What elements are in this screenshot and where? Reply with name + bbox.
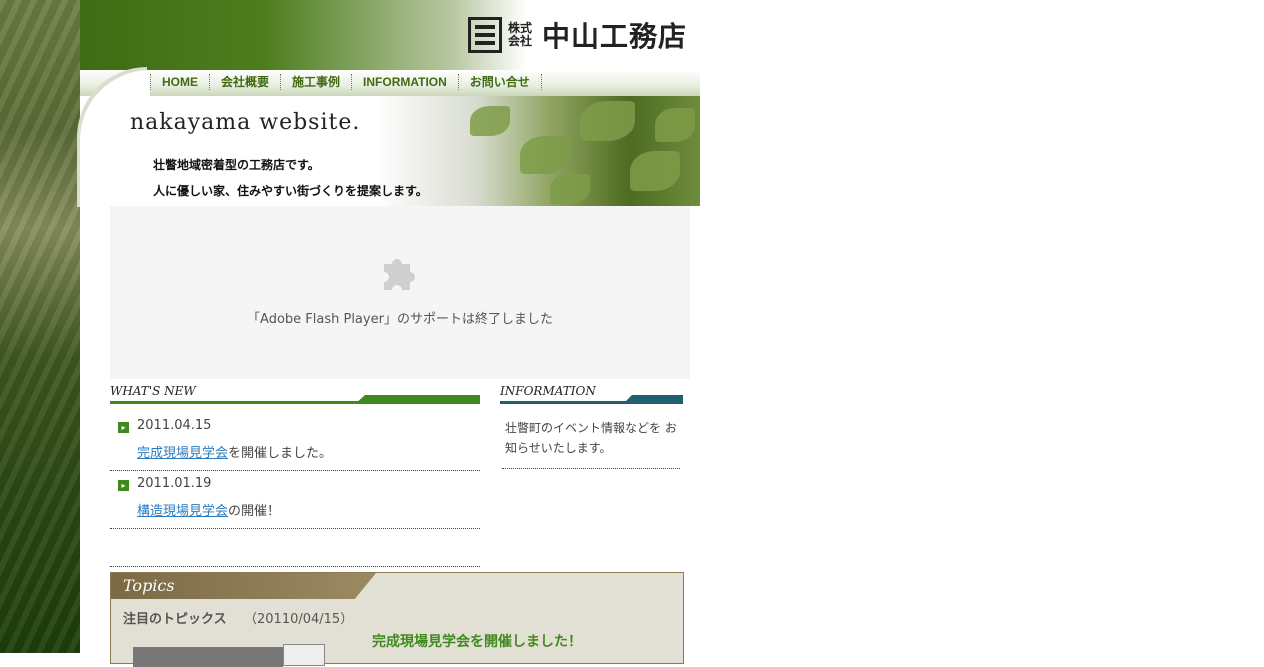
nav-company[interactable]: 会社概要 <box>209 74 280 90</box>
news-text: 構造現場見学会の開催！ <box>137 500 280 519</box>
nav-contact[interactable]: お問い合せ <box>457 74 542 90</box>
information-heading: INFORMATION <box>500 382 683 404</box>
topics-subtitle: 注目のトピックス <box>123 612 227 627</box>
information-text: 壮瞥町のイベント情報などを お知らせいたします。 <box>505 421 677 455</box>
topics-thumbnail-2[interactable] <box>283 644 325 666</box>
arrow-bullet-icon: ▸ <box>118 480 129 491</box>
news-item: ▸ 2011.04.15 完成現場見学会を開催しました。 <box>110 418 480 471</box>
news-date: 2011.01.19 <box>137 476 212 491</box>
news-rest: の開催！ <box>228 504 281 519</box>
whats-new-heading: WHAT'S NEW <box>110 382 480 404</box>
news-link[interactable]: 構造現場見学会 <box>137 504 228 519</box>
topics-thumbnail[interactable] <box>133 647 283 667</box>
hero-title: nakayama website. <box>130 110 361 135</box>
puzzle-icon <box>384 259 415 290</box>
topics-title: Topics <box>123 576 175 595</box>
information-rule-bottom <box>502 468 680 469</box>
topics-headline[interactable]: 完成現場見学会を開催しました！ <box>372 631 582 651</box>
logo-mark-icon <box>468 17 502 53</box>
information-tab <box>623 395 683 404</box>
flash-message: 「Adobe Flash Player」のサポートは終了しました <box>247 312 553 327</box>
nav-home[interactable]: HOME <box>150 74 209 90</box>
news-rest: を開催しました。 <box>228 446 333 461</box>
whats-new-label: WHAT'S NEW <box>110 384 196 398</box>
nav-information[interactable]: INFORMATION <box>351 74 458 90</box>
global-nav: HOME 会社概要 施工事例 INFORMATION お問い合せ <box>150 74 542 90</box>
site-logo[interactable]: 株式会社 中山工務店 <box>468 15 687 55</box>
logo-corp-text: 株式会社 <box>508 21 533 48</box>
topics-panel: Topics 注目のトピックス （20110/04/15） 完成現場見学会を開催… <box>110 572 684 667</box>
news-link[interactable]: 完成現場見学会 <box>137 446 228 461</box>
information-label: INFORMATION <box>500 384 596 398</box>
nav-works[interactable]: 施工事例 <box>280 74 351 90</box>
background-tree-photo <box>0 0 80 653</box>
flash-placeholder: 「Adobe Flash Player」のサポートは終了しました <box>110 206 690 379</box>
whats-new-tab <box>355 395 480 404</box>
hero-tagline-2: 人に優しい家、住みやすい街づくりを提案します。 <box>153 184 428 198</box>
arrow-bullet-icon: ▸ <box>118 422 129 433</box>
news-item: ▸ 2011.01.19 構造現場見学会の開催！ <box>110 476 480 529</box>
news-text: 完成現場見学会を開催しました。 <box>137 442 332 461</box>
topics-date: （20110/04/15） <box>244 612 354 627</box>
logo-company-name: 中山工務店 <box>542 21 688 52</box>
news-date: 2011.04.15 <box>137 418 212 433</box>
hero-tagline-1: 壮瞥地域密着型の工務店です。 <box>153 158 320 172</box>
news-bottom-rule <box>110 566 480 567</box>
hero-banner: nakayama website. 壮瞥地域密着型の工務店です。 人に優しい家、… <box>110 96 700 206</box>
